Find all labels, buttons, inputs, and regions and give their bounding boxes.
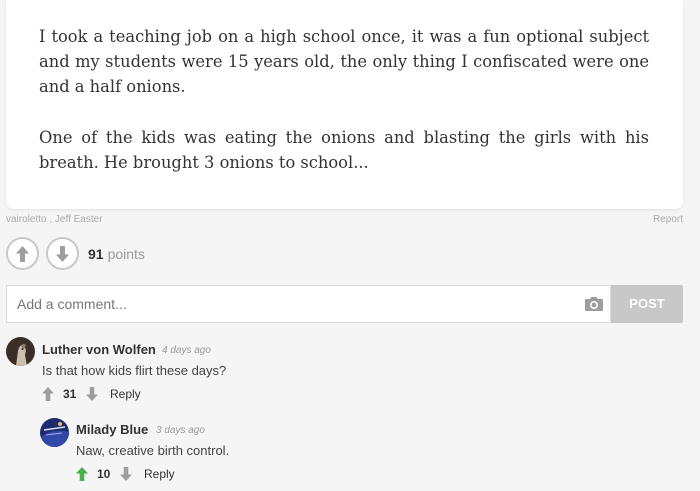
comment-author[interactable]: Luther von Wolfen xyxy=(42,342,156,357)
comment-votes: 31 Reply xyxy=(42,386,202,402)
report-link[interactable]: Report xyxy=(653,214,683,225)
arrow-up-icon[interactable] xyxy=(42,387,54,401)
vote-count: 31 xyxy=(63,387,77,401)
post-button[interactable]: POST xyxy=(611,285,683,323)
reply-button[interactable]: Reply xyxy=(110,387,141,401)
arrow-down-icon[interactable] xyxy=(86,387,98,401)
camera-icon[interactable] xyxy=(584,296,604,312)
post-authors[interactable]: vairoletto , Jeff Easter xyxy=(6,214,103,225)
avatar[interactable] xyxy=(40,418,69,447)
reply-button[interactable]: Reply xyxy=(144,467,175,481)
comment-text: Is that how kids flirt these days? xyxy=(42,363,227,378)
comment-time: 4 days ago xyxy=(162,345,211,356)
arrow-up-icon xyxy=(16,246,29,262)
post-paragraph-1: I took a teaching job on a high school o… xyxy=(39,27,649,96)
comment-box xyxy=(6,285,611,323)
points-label: points xyxy=(107,246,145,262)
comment-input[interactable] xyxy=(17,296,557,312)
arrow-down-icon xyxy=(56,246,69,262)
points-count: 91 xyxy=(88,246,104,262)
downvote-button[interactable] xyxy=(46,237,79,270)
comment-time: 3 days ago xyxy=(156,425,205,436)
comment-text: Naw, creative birth control. xyxy=(76,443,230,458)
post-card: I took a teaching job on a high school o… xyxy=(6,0,683,209)
upvote-button[interactable] xyxy=(6,237,39,270)
vote-count: 10 xyxy=(97,467,111,481)
avatar[interactable] xyxy=(6,337,35,366)
points-display: 91 points xyxy=(88,246,145,262)
comment-votes: 10 Reply xyxy=(76,466,236,482)
post-paragraph-2: One of the kids was eating the onions an… xyxy=(39,128,649,172)
arrow-up-icon[interactable] xyxy=(76,467,88,481)
comment-author[interactable]: Milady Blue xyxy=(76,422,148,437)
arrow-down-icon[interactable] xyxy=(120,467,132,481)
